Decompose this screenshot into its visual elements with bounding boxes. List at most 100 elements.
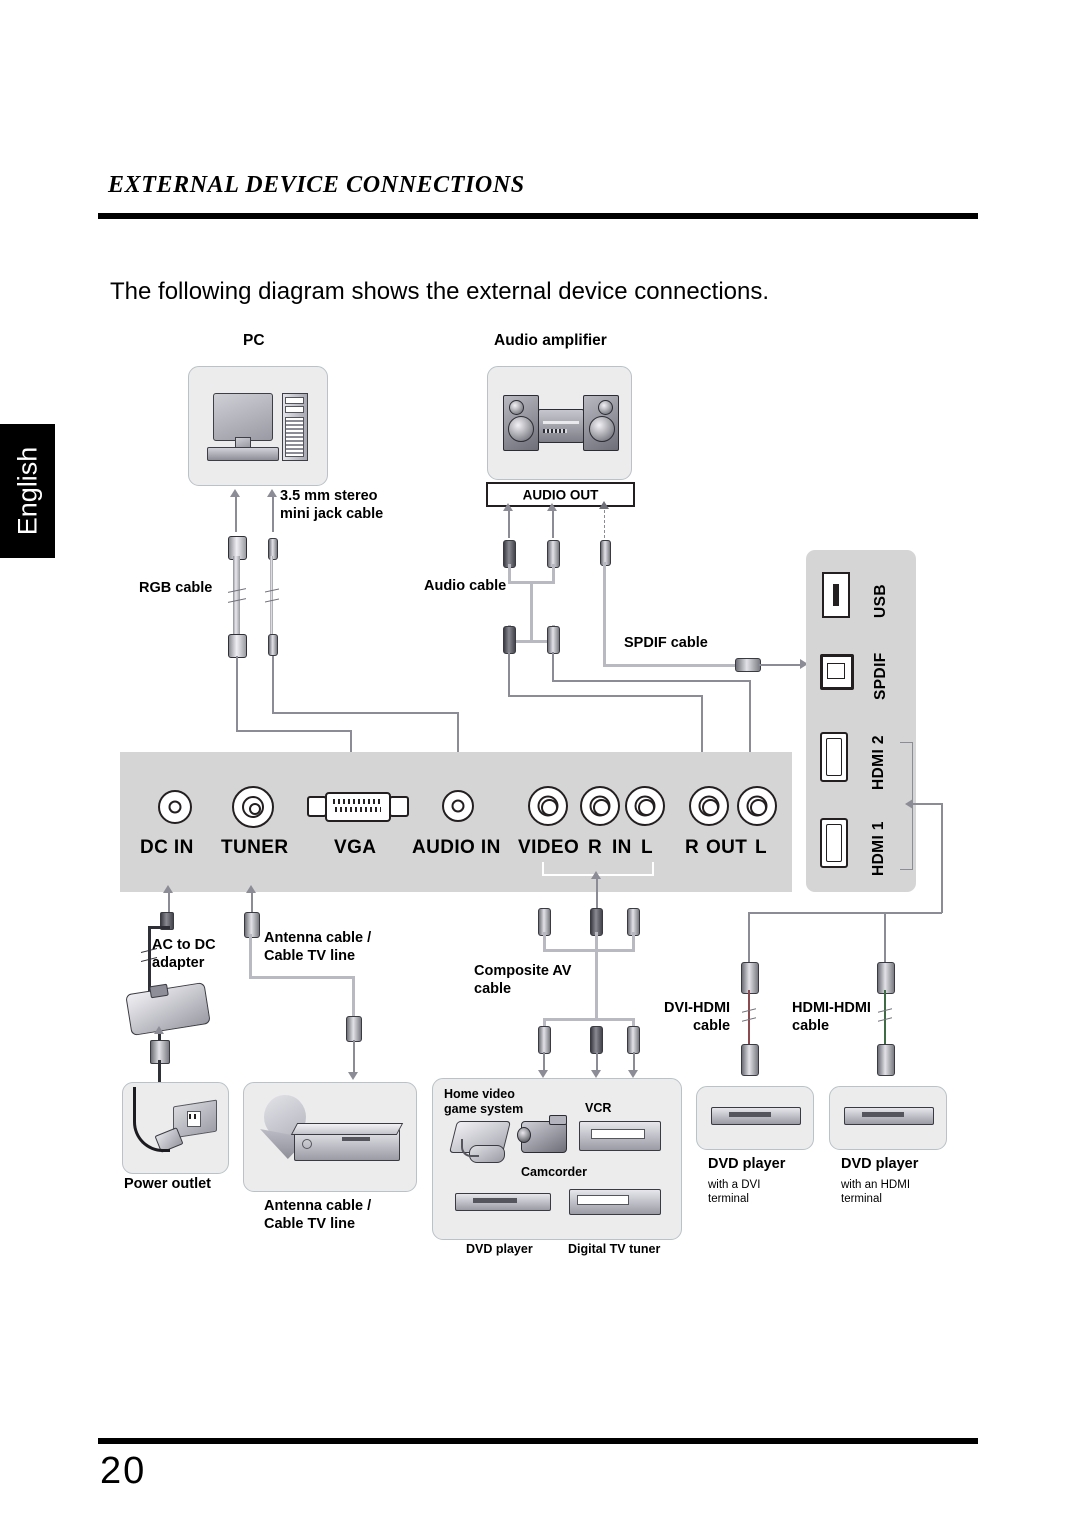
- camcorder-viewfinder-icon: [549, 1115, 567, 1125]
- comp-cab-tc: [595, 932, 598, 950]
- vcr-label: VCR: [585, 1101, 612, 1115]
- mini-jack-cable-label: 3.5 mm stereo mini jack cable: [280, 488, 384, 522]
- left-woofer-icon: [508, 416, 534, 442]
- audio-cab-mid: [530, 581, 533, 642]
- dvd-dvi-tray-icon: [729, 1112, 771, 1117]
- dvd-player-hdmi-label: DVD player: [841, 1156, 919, 1172]
- audio-plug-bot-l: [503, 626, 516, 654]
- minijack-arrow-line: [272, 496, 274, 532]
- tuner-up-line: [251, 892, 253, 914]
- dvd-hdmi-box: [829, 1086, 947, 1150]
- home-video-game-system-label: Home video game system: [444, 1087, 524, 1117]
- audio-r-arrow-line: [552, 510, 554, 538]
- hdmi-bracket-arrow: [905, 799, 913, 809]
- dvi-hdmi-cable-break: [742, 1008, 756, 1022]
- spdif-port-icon: [820, 654, 854, 690]
- rgb-plug-bottom: [228, 634, 247, 658]
- vga-screw-right-icon: [389, 796, 409, 817]
- audio-route-l-v1: [508, 652, 510, 696]
- pc-label: PC: [243, 332, 265, 349]
- dvi-hdmi-cable-label: DVI-HDMI cable: [664, 1000, 731, 1034]
- out-label: OUT: [706, 837, 748, 858]
- audio-cab-tl: [508, 564, 511, 582]
- audio-cab-tr: [552, 564, 555, 582]
- spdif-arrow-line: [604, 510, 605, 538]
- spdif-plug-end: [735, 658, 761, 672]
- dc-in-jack: [158, 790, 192, 824]
- minijack-plug-bottom: [268, 634, 278, 656]
- audio-in-jack: [442, 790, 474, 822]
- dvd-player-dvi-note: with a DVI terminal: [708, 1179, 761, 1206]
- ac-inlet-arrow: [154, 1026, 164, 1034]
- hdmi-hdmi-cable-label: HDMI-HDMI cable: [792, 1000, 871, 1034]
- audio-in-l-pin-icon: [638, 799, 655, 816]
- antenna-route-v: [353, 1040, 355, 1074]
- tuner-label: TUNER: [221, 837, 289, 858]
- hdmi1-port-icon: [820, 818, 848, 868]
- dvd-player-dvi-label: DVD player: [708, 1156, 786, 1172]
- monitor-icon: [213, 393, 273, 441]
- audio-l-arrow-head: [503, 503, 513, 511]
- video-label: VIDEO: [518, 837, 580, 858]
- hdmi2-label: HDMI 2: [870, 735, 887, 790]
- power-outlet-label: Power outlet: [124, 1176, 212, 1192]
- set-top-slot-icon: [342, 1137, 370, 1141]
- audio-route-l-h: [508, 695, 703, 697]
- av-devices-box: Home video game system VCR Camcorder: [432, 1078, 682, 1240]
- set-top-box-top-icon: [290, 1123, 404, 1135]
- audio-amplifier-box: [487, 366, 632, 480]
- rgb-route-v1: [236, 656, 238, 731]
- audio-out-label: AUDIO OUT: [522, 487, 599, 502]
- footer-divider: [98, 1438, 978, 1444]
- dvd-hdmi-tray-icon: [862, 1112, 904, 1117]
- ac-cord-h: [148, 926, 170, 929]
- in-label: IN: [612, 837, 632, 858]
- dcin-up-line: [168, 892, 170, 914]
- right-woofer-icon: [589, 416, 615, 442]
- audio-cable-label: Audio cable: [424, 578, 507, 594]
- dvd-player-hdmi-note: with an HDMI terminal: [841, 1179, 911, 1206]
- dvi-hdmi-plug-bottom: [741, 1044, 759, 1076]
- receiver-buttons-icon: [543, 429, 567, 433]
- ac-inlet-cord2: [158, 1060, 161, 1082]
- minijack-arrow-head: [267, 489, 277, 497]
- video-in-pin-icon: [541, 799, 558, 816]
- antenna-cable-label: Antenna cable / Cable TV line: [264, 930, 372, 964]
- vga-pinrow2-icon: [335, 807, 381, 812]
- audio-r-arrow-head: [547, 503, 557, 511]
- dc-in-label: DC IN: [140, 837, 194, 858]
- audio-in-r-pin-icon: [593, 799, 610, 816]
- manual-page: EXTERNAL DEVICE CONNECTIONS The followin…: [0, 0, 1080, 1529]
- receiver-slot-icon: [543, 421, 579, 424]
- dcin-up-arrow: [163, 885, 173, 893]
- composite-plug-bot-c: [590, 1026, 603, 1054]
- header-divider: [98, 213, 978, 219]
- vcr-slot-icon: [591, 1129, 645, 1139]
- antenna-cab-v2: [352, 976, 355, 1018]
- comp-arrow-r: [628, 1070, 638, 1078]
- spdif-route-h: [759, 664, 803, 666]
- hdmi-hdmi-plug-bottom: [877, 1044, 895, 1076]
- audio-out-l-pin-icon: [750, 799, 767, 816]
- rgb-arrow-head: [230, 489, 240, 497]
- audio-plug-bot-r: [547, 626, 560, 654]
- rgb-arrow-line: [235, 496, 237, 532]
- antenna-box-label: Antenna cable / Cable TV line: [264, 1198, 372, 1232]
- audio-route-r-h: [552, 680, 751, 682]
- audio-out-r-pin-icon: [702, 799, 719, 816]
- ac-adapter-label: AC to DC adapter: [152, 937, 216, 971]
- antenna-plug-top: [244, 912, 260, 938]
- minijack-route-v1: [272, 656, 274, 713]
- camcorder-label: Camcorder: [521, 1165, 587, 1179]
- dvd-player-center-label: DVD player: [466, 1242, 533, 1256]
- dvd-center-tray-icon: [473, 1198, 517, 1203]
- in-r-label: R: [588, 837, 603, 858]
- receiver-icon: [538, 409, 584, 443]
- outlet-slot1-icon: [189, 1114, 191, 1119]
- set-top-knob-icon: [302, 1139, 312, 1149]
- composite-up-line: [596, 878, 598, 910]
- comp-cab-botjoin: [543, 1018, 635, 1021]
- audio-in-label: AUDIO IN: [412, 837, 501, 858]
- audio-route-r-v1: [552, 652, 554, 681]
- page-title: EXTERNAL DEVICE CONNECTIONS: [108, 172, 525, 198]
